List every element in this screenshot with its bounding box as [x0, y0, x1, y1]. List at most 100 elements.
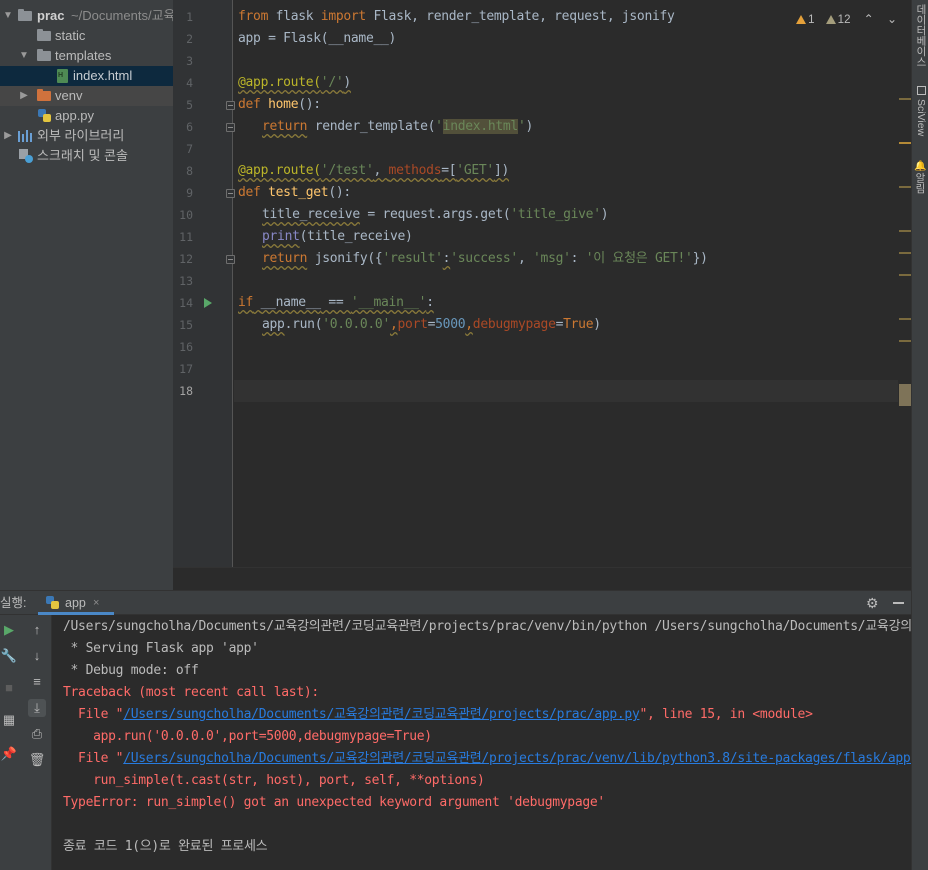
tree-item-label: index.html: [73, 68, 133, 83]
console-toolbar: ↑ ↓ ≡ ⤓ ⎙ 🗑: [24, 615, 52, 870]
close-icon[interactable]: ×: [93, 591, 99, 615]
stripe-mark[interactable]: [899, 274, 911, 276]
stripe-mark[interactable]: [899, 98, 911, 100]
code-line-5: def home():: [238, 97, 321, 112]
code-line-14: if __name__ == '__main__':: [238, 295, 434, 310]
tree-item-label: 외부 라이브러리: [37, 128, 125, 143]
excluded-folder-icon: [37, 89, 51, 101]
folder-icon: [18, 9, 32, 21]
console-line: app.run('0.0.0.0',port=5000,debugmypage=…: [63, 729, 432, 744]
caret-position-mark: [899, 384, 911, 406]
line-number: 14: [179, 296, 193, 310]
code-line-10: title_receive = request.args.get('title_…: [262, 207, 609, 222]
tab-label: app: [65, 596, 86, 610]
chevron-right-icon[interactable]: ▶: [2, 126, 14, 146]
line-number: 6: [186, 120, 193, 134]
tree-item-label: static: [55, 28, 86, 43]
bell-icon: 🔔: [915, 160, 926, 173]
wrench-icon[interactable]: 🔧: [0, 647, 18, 665]
tree-item-label: app.py: [55, 108, 95, 123]
arrow-down-icon[interactable]: ↓: [28, 647, 46, 665]
code-line-1: from flask import Flask, render_template…: [238, 9, 675, 24]
tree-item-label: templates: [55, 48, 112, 63]
stripe-mark[interactable]: [899, 230, 911, 232]
line-number: 12: [179, 252, 193, 266]
print-icon[interactable]: ⎙: [28, 725, 46, 743]
line-number: 2: [186, 32, 193, 46]
scratches-icon: [19, 149, 33, 163]
console-line: TypeError: run_simple() got an unexpecte…: [63, 795, 605, 810]
tree-item-venv[interactable]: ▶ venv: [0, 86, 173, 106]
tree-item-static[interactable]: static: [0, 26, 173, 46]
stripe-mark[interactable]: [899, 318, 911, 320]
warning-icon: [796, 15, 807, 24]
line-number: 1: [186, 10, 193, 24]
line-number: 9: [186, 186, 193, 200]
scroll-to-end-icon[interactable]: ⤓: [28, 699, 46, 717]
tree-item-label: prac: [37, 8, 65, 23]
minimize-icon[interactable]: [893, 602, 904, 604]
rerun-icon[interactable]: ▶: [0, 621, 18, 639]
run-toolbar: ▶ 🔧 ■ ▦ 📌: [0, 615, 24, 870]
tree-item-index-html[interactable]: index.html: [0, 66, 173, 86]
arrow-up-icon[interactable]: ↑: [28, 621, 46, 639]
file-link[interactable]: /Users/sungcholha/Documents/교육강의관련/코딩교육관…: [123, 707, 640, 722]
chevron-down-icon[interactable]: ▼: [18, 46, 30, 66]
line-number: 16: [179, 340, 193, 354]
line-number: 4: [186, 76, 193, 90]
project-tree: ▼ prac ~/Documents/교육 static ▼ templates…: [0, 0, 173, 590]
trash-icon[interactable]: 🗑: [28, 751, 46, 769]
weak-warning-icon: [825, 15, 836, 24]
stripe-mark[interactable]: [899, 186, 911, 188]
notifications-tab[interactable]: 🔔알림: [912, 160, 928, 193]
line-number: 3: [186, 54, 193, 68]
code-line-8: @app.route('/test', methods=['GET']): [238, 163, 509, 178]
tree-item-prac[interactable]: ▼ prac ~/Documents/교육: [0, 6, 173, 26]
tree-item-scratches[interactable]: 스크래치 및 콘솔: [0, 146, 173, 166]
inspection-widget[interactable]: 1 12 ⌃ ⌄: [796, 10, 897, 28]
code-area[interactable]: from flask import Flask, render_template…: [234, 0, 911, 567]
run-gutter-icon[interactable]: [204, 298, 212, 308]
console-output[interactable]: /Users/sungcholha/Documents/교육강의관련/코딩교육관…: [53, 615, 911, 870]
chevron-down-icon[interactable]: ▼: [2, 6, 14, 26]
chevron-right-icon[interactable]: ▶: [18, 86, 30, 106]
stripe-mark[interactable]: [899, 340, 911, 342]
code-editor[interactable]: 1 2 3 4 5 6 7 8 9 10 11 12 13 14 15 16 17 18 from flask i…: [173, 0, 911, 590]
code-line-15: app.run('0.0.0.0',port=5000,debugmypage=…: [262, 317, 601, 332]
html-file-icon: [57, 69, 68, 83]
previous-problem-icon[interactable]: ⌃: [864, 10, 874, 28]
line-number: 15: [179, 318, 193, 332]
library-icon: [18, 130, 32, 142]
right-tool-strip: 데이터베이스 SciView 🔔알림: [911, 0, 928, 870]
sciview-tab[interactable]: SciView: [912, 86, 928, 136]
current-line-highlight: [234, 380, 898, 402]
run-title: 실행:: [0, 596, 27, 610]
stripe-mark[interactable]: [899, 142, 911, 144]
line-number: 7: [186, 142, 193, 156]
tree-item-label: venv: [55, 88, 83, 103]
tree-item-app-py[interactable]: app.py: [0, 106, 173, 126]
stripe-mark[interactable]: [899, 252, 911, 254]
line-number: 8: [186, 164, 193, 178]
line-number: 18: [179, 384, 193, 398]
layout-icon[interactable]: ▦: [0, 711, 18, 729]
code-line-12: return jsonify({'result':'success', 'msg…: [262, 251, 708, 266]
tab-app[interactable]: app ×: [38, 591, 114, 615]
console-line: Traceback (most recent call last):: [63, 685, 319, 700]
soft-wrap-icon[interactable]: ≡: [28, 673, 46, 691]
tree-item-external-libraries[interactable]: ▶ 외부 라이브러리: [0, 126, 173, 146]
console-line: File "/Users/sungcholha/Documents/교육강의관련…: [63, 748, 911, 770]
code-line-11: print(title_receive): [262, 229, 413, 244]
line-number: 5: [186, 98, 193, 112]
file-link[interactable]: /Users/sungcholha/Documents/교육강의관련/코딩교육관…: [123, 751, 911, 766]
tree-item-path: ~/Documents/교육: [71, 8, 173, 23]
tree-item-templates[interactable]: ▼ templates: [0, 46, 173, 66]
pin-icon[interactable]: 📌: [0, 745, 18, 763]
line-number: 13: [179, 274, 193, 288]
database-tab[interactable]: 데이터베이스: [912, 4, 928, 67]
next-problem-icon[interactable]: ⌄: [887, 10, 897, 28]
stop-icon[interactable]: ■: [0, 679, 18, 697]
code-line-4: @app.route('/'): [238, 75, 351, 90]
horizontal-scrollbar[interactable]: [173, 567, 911, 590]
gear-icon[interactable]: ⚙: [866, 595, 879, 611]
